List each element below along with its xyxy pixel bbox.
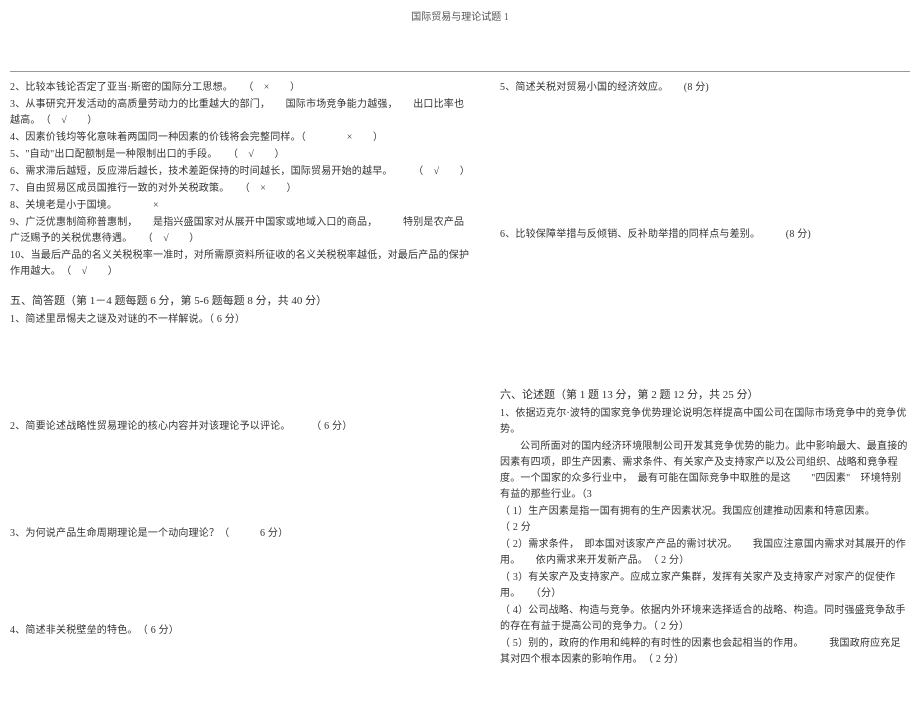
s6-q1-p5: （ 5）别的，政府的作用和纯粹的有时性的因素也会起相当的作用。 我国政府应充足其… [500, 636, 910, 668]
s6-q1-p4: （ 4）公司战略、构造与竞争。依据内外环境来选择适合的战略、构造。同时强盛竞争敌… [500, 603, 910, 635]
s6-q1-p2: （ 2）需求条件， 即本国对该家产产品的需讨状况。 我国应注意国内需求对其展开的… [500, 537, 910, 569]
tf-question-4: 4、因素价钱均等化意味着两国同一种因素的价钱将会完整同样。（ × ） [10, 130, 470, 146]
left-column: 2、比较本钱论否定了亚当·斯密的国际分工思想。 （ × ） 3、从事研究开发活动… [10, 80, 490, 669]
horizontal-divider [10, 71, 910, 72]
section-5-title: 五、简答题（第 1－4 题每题 6 分，第 5-6 题每题 8 分，共 40 分… [10, 292, 470, 308]
tf-question-2: 2、比较本钱论否定了亚当·斯密的国际分工思想。 （ × ） [10, 80, 470, 96]
tf-question-9: 9、广泛优惠制简称普惠制， 是指兴盛国家对从展开中国家或地域入口的商品， 特别是… [10, 215, 470, 247]
content-area: 2、比较本钱论否定了亚当·斯密的国际分工思想。 （ × ） 3、从事研究开发活动… [0, 80, 920, 669]
s5-question-6: 6、比较保障举措与反倾销、反补助举措的同样点与差别。 (8 分) [500, 227, 910, 243]
s5-question-4: 4、简述非关税壁垒的特色。 （ 6 分） [10, 623, 470, 639]
tf-question-10: 10、当最后产品的名义关税税率一准时，对所需原资料所征收的名义关税税率越低，对最… [10, 248, 470, 280]
s5-question-3: 3、为何说产品生命周期理论是一个动向理论？（ 6 分） [10, 526, 470, 542]
right-column: 5、简述关税对贸易小国的经济效应。 (8 分) 6、比较保障举措与反倾销、反补助… [490, 80, 910, 669]
page-title: 国际贸易与理论试题 1 [0, 0, 920, 31]
s6-q1-p3: （ 3）有关家产及支持家产。应成立家产集群，发挥有关家产及支持家产对家产的促使作… [500, 570, 910, 602]
s6-q1-intro: 1、依据迈克尔·波特的国家竞争优势理论说明怎样提高中国公司在国际市场竞争中的竞争… [500, 406, 910, 438]
s5-question-5: 5、简述关税对贸易小国的经济效应。 (8 分) [500, 80, 910, 96]
tf-question-5: 5、"自动"出口配额制是一种限制出口的手段。 （ √ ） [10, 147, 470, 163]
s5-question-2: 2、简要论述战略性贸易理论的核心内容并对该理论予以评论。 （ 6 分） [10, 419, 470, 435]
tf-question-3: 3、从事研究开发活动的高质量劳动力的比重越大的部门， 国际市场竞争能力越强， 出… [10, 97, 470, 129]
s6-q1-p1: （ 1）生产因素是指一国有拥有的生产因素状况。我国应创建推动因素和特意因素。 （… [500, 504, 910, 536]
section-6-title: 六、论述题（第 1 题 13 分，第 2 题 12 分，共 25 分） [500, 386, 910, 402]
s5-question-1: 1、简述里昂惕夫之谜及对谜的不一样解说。（ 6 分） [10, 312, 470, 328]
tf-question-8: 8、关境老是小于国境。 × [10, 198, 470, 214]
s6-q1-body1: 公司所面对的国内经济环境限制公司开发其竞争优势的能力。此中影响最大、最直接的因素… [500, 439, 910, 503]
tf-question-6: 6、需求滞后越短，反应滞后越长，技术差距保持的时间越长，国际贸易开始的越早。 （… [10, 164, 470, 180]
tf-question-7: 7、自由贸易区成员国推行一致的对外关税政策。 （ × ） [10, 181, 470, 197]
